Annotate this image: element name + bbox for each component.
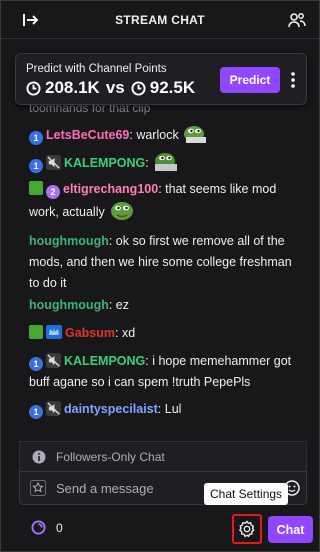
channel-points-icon: [131, 80, 146, 96]
star-icon[interactable]: [30, 480, 46, 496]
chat-message: 1 daintyspecilaist: Lul: [29, 399, 301, 420]
channel-points-icon: [26, 80, 41, 96]
chat-message: 1 KALEMPONG: i hope memehammer got buff a…: [29, 351, 301, 393]
channel-points-count: 0: [56, 520, 63, 535]
prediction-card: Predict with Channel Points 208.1K vs 92…: [15, 53, 307, 105]
vs-label: vs: [105, 78, 125, 97]
chat-username[interactable]: LetsBeCute69: [46, 128, 129, 142]
sub-badge[interactable]: 1: [29, 159, 43, 173]
chat-settings-tooltip: Chat Settings: [204, 483, 289, 505]
chat-header: STREAM CHAT: [1, 1, 319, 39]
sub-badge[interactable]: 1: [29, 357, 43, 371]
channel-points-icon: [31, 520, 46, 535]
pepe-emote-icon[interactable]: [182, 123, 210, 145]
chat-username[interactable]: daintyspecilaist: [64, 402, 158, 416]
separator: :: [115, 326, 122, 340]
message-text: ez: [115, 298, 129, 312]
message-placeholder: Send a message: [56, 480, 154, 496]
muted-badge-icon[interactable]: [46, 401, 61, 416]
chat-username[interactable]: houghmough: [29, 298, 109, 312]
more-options-icon[interactable]: [286, 67, 300, 93]
chat-settings-button[interactable]: [232, 514, 262, 544]
chat-username[interactable]: KALEMPONG: [64, 156, 145, 170]
points-b: 92.5K: [149, 78, 196, 97]
info-icon: [32, 450, 46, 464]
message-text: Lul: [164, 402, 182, 416]
sword-badge-icon[interactable]: [29, 325, 43, 339]
chat-message: Gabsum: xd: [29, 323, 301, 344]
chat-username[interactable]: houghmough: [29, 234, 109, 248]
separator: :: [145, 156, 153, 170]
separator: :: [108, 298, 116, 312]
muted-badge-icon[interactable]: [46, 353, 61, 368]
chat-username[interactable]: Gabsum: [65, 326, 115, 340]
pepe-emote-icon[interactable]: [108, 200, 136, 222]
sword-badge-icon[interactable]: [29, 181, 43, 195]
separator: :: [157, 402, 165, 416]
chat-username[interactable]: eltigrechang100: [63, 182, 158, 196]
users-icon[interactable]: [287, 10, 307, 30]
chat-message: houghmough: ez: [29, 295, 301, 316]
sub-badge[interactable]: 2: [46, 185, 60, 199]
chat-message: 1 LetsBeCute69: warlock: [29, 123, 301, 146]
followers-only-banner: Followers-Only Chat: [19, 441, 307, 471]
chat-message: 2 eltigrechang100: that seems like mod wo…: [29, 179, 301, 223]
sub-badge[interactable]: 1: [29, 405, 43, 419]
chat-message: houghmough: ok so first we remove all of…: [29, 231, 301, 294]
separator: :: [108, 234, 116, 248]
gear-icon: [239, 520, 255, 538]
prediction-title: Predict with Channel Points: [26, 63, 167, 75]
muted-badge-icon[interactable]: [46, 155, 61, 170]
collapse-chat-icon[interactable]: [21, 10, 41, 30]
channel-points-balance[interactable]: 0: [31, 520, 63, 535]
pepe-emote-icon[interactable]: [152, 151, 180, 173]
chat-send-button[interactable]: Chat: [268, 516, 313, 543]
sub-badge[interactable]: 1: [29, 131, 43, 145]
prediction-points: 208.1K vs 92.5K: [26, 78, 195, 98]
chat-title: STREAM CHAT: [115, 12, 205, 27]
message-text: warlock: [136, 128, 179, 142]
followers-only-label: Followers-Only Chat: [56, 449, 165, 464]
crown-badge-icon[interactable]: [46, 325, 62, 339]
points-a: 208.1K: [45, 78, 100, 97]
predict-button[interactable]: Predict: [220, 67, 280, 93]
message-text: xd: [121, 326, 136, 340]
chat-username[interactable]: KALEMPONG: [64, 354, 145, 368]
chat-message: 1 KALEMPONG:: [29, 151, 301, 174]
